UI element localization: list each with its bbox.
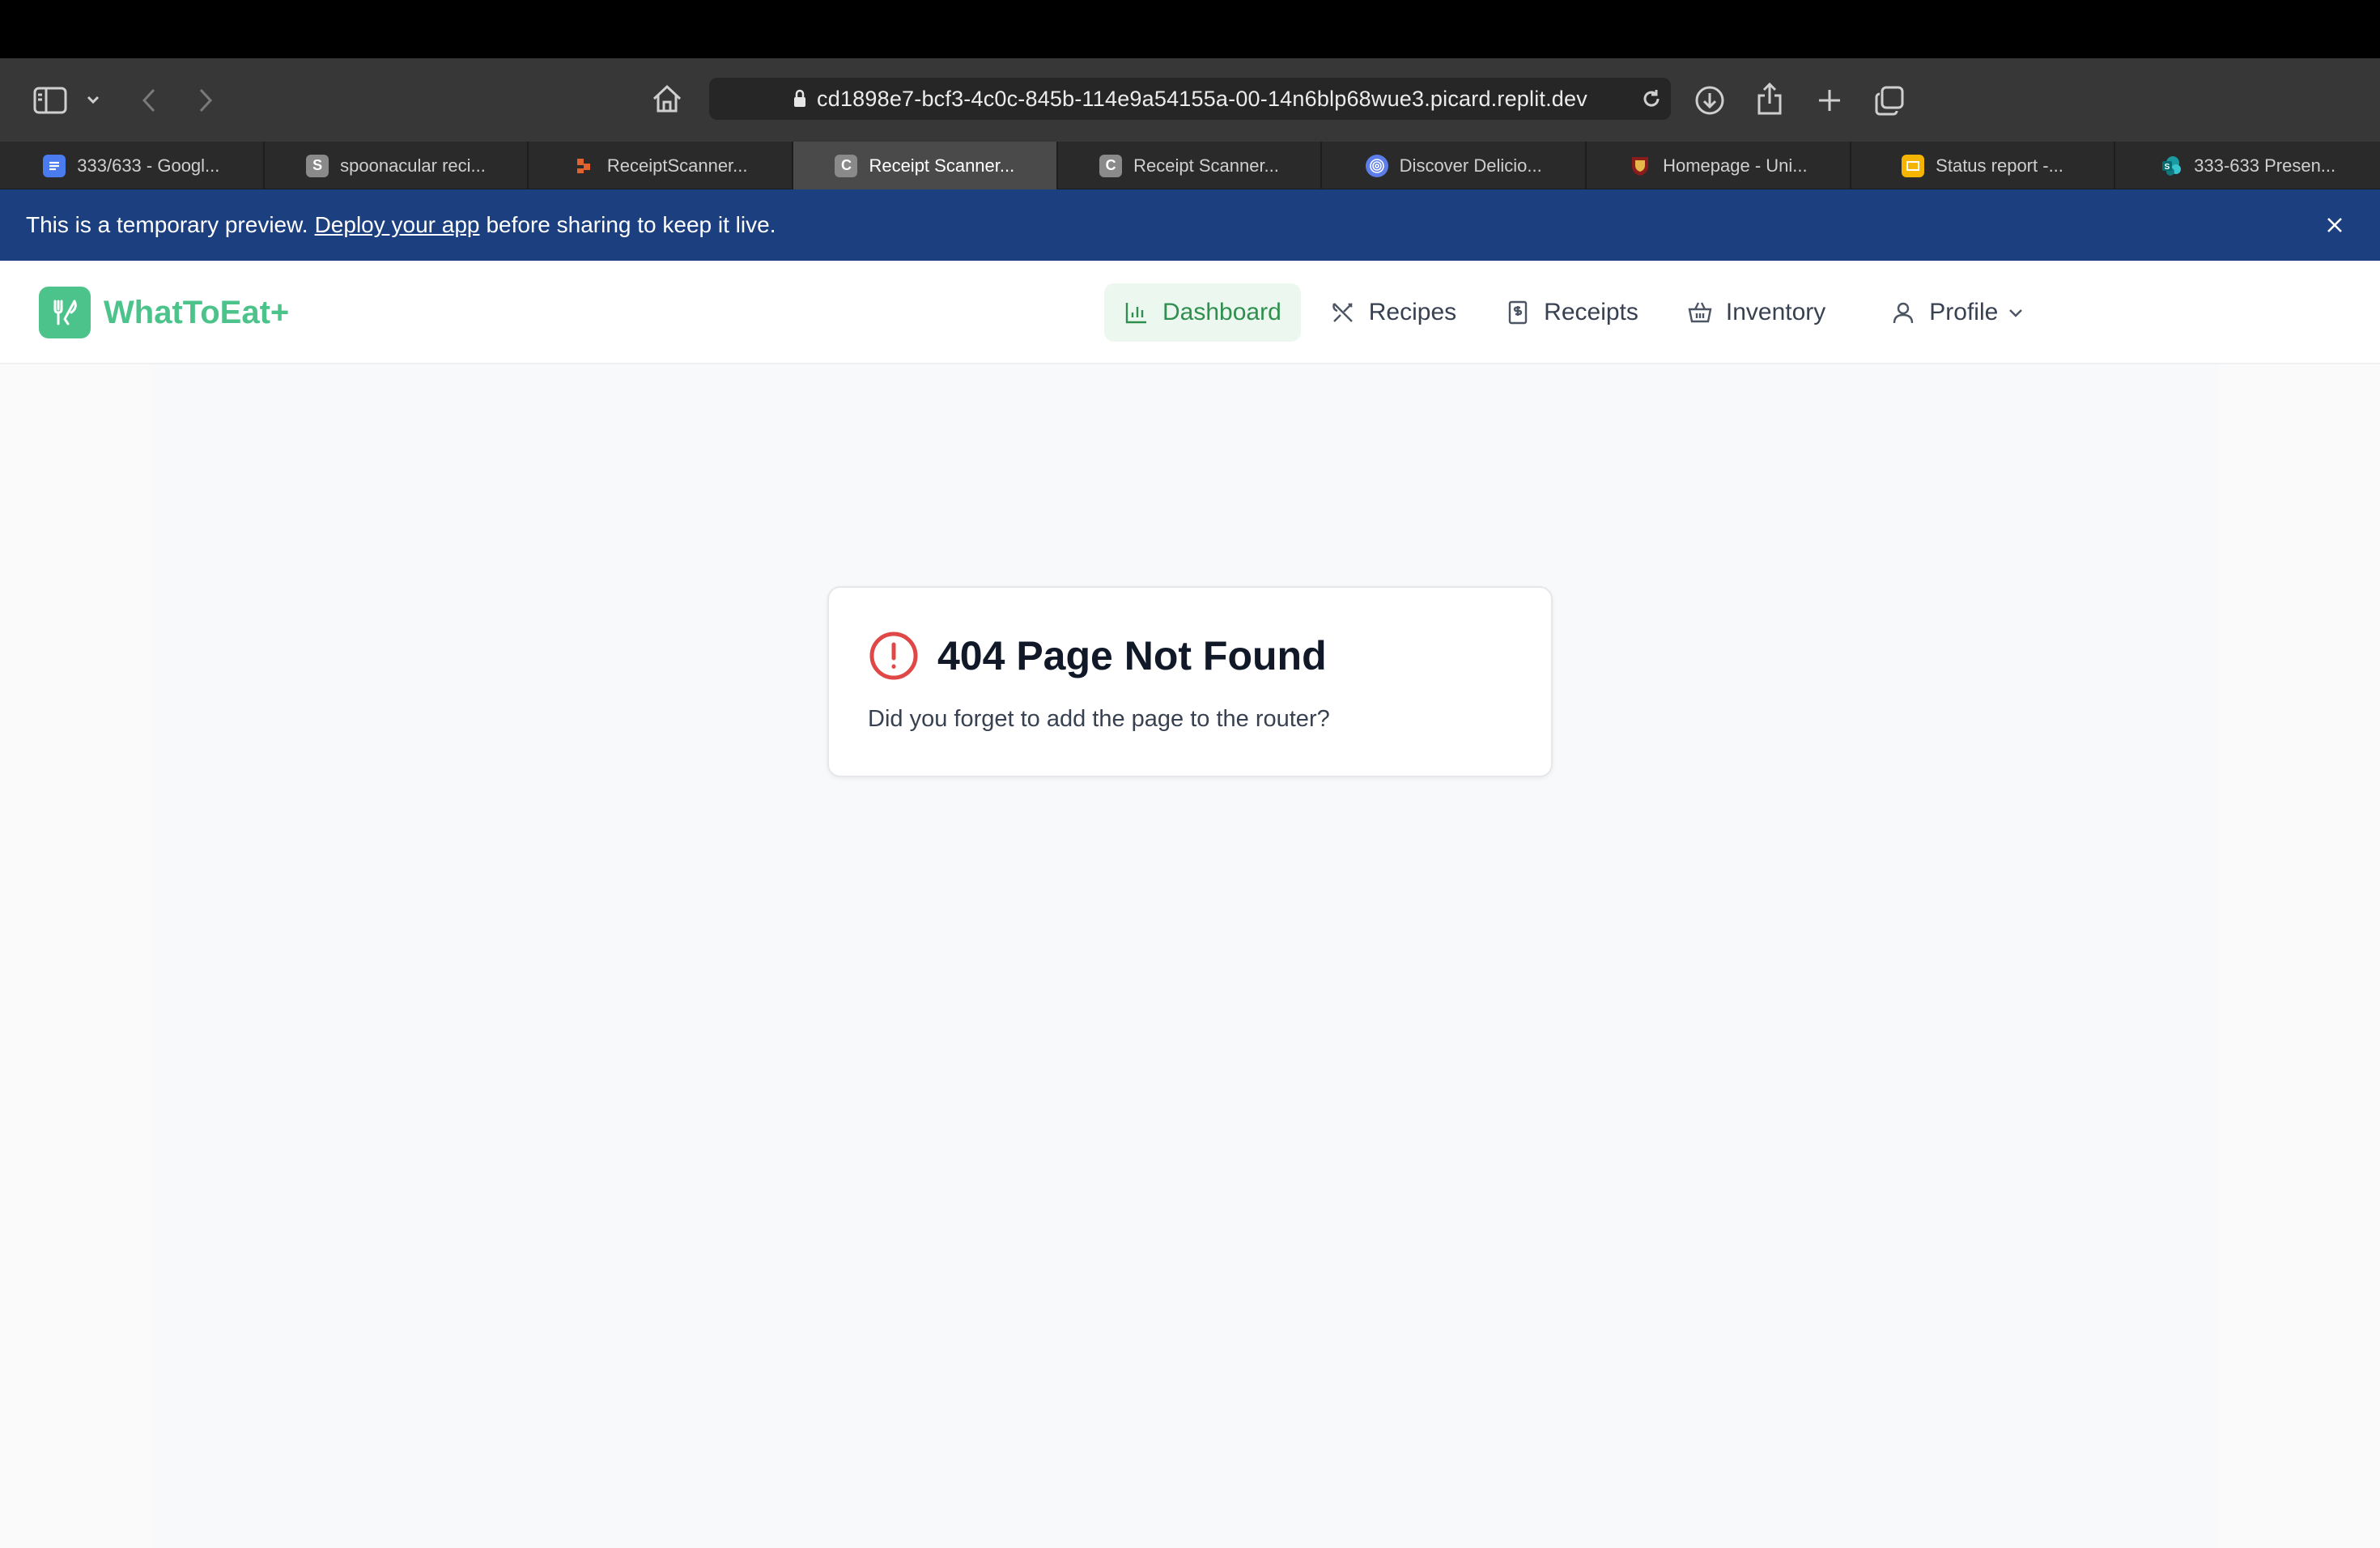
slides-icon [1902, 154, 1925, 177]
nav-recipes-label: Recipes [1368, 299, 1457, 325]
browser-tab[interactable]: Status report -... [1851, 142, 2116, 189]
tab-label: Receipt Scanner... [1133, 155, 1279, 176]
card-header: 404 Page Not Found [868, 630, 1327, 682]
tab-label: Homepage - Uni... [1663, 155, 1808, 176]
share-icon[interactable] [1752, 79, 1787, 118]
crest-icon [1629, 155, 1651, 177]
reload-icon[interactable] [1638, 86, 1664, 112]
banner-text-before: This is a temporary preview. [26, 212, 308, 237]
basket-icon [1688, 302, 1712, 323]
tab-label: Status report -... [1936, 155, 2063, 176]
download-icon[interactable] [1692, 83, 1728, 118]
utensils-icon [39, 287, 91, 338]
browser-tab[interactable]: 333/633 - Googl... [0, 142, 265, 189]
error-title: 404 Page Not Found [937, 633, 1327, 678]
nav-dashboard-label: Dashboard [1162, 299, 1281, 325]
utensils-crossed-icon [1332, 303, 1353, 322]
tab-label: spoonacular reci... [340, 155, 486, 176]
bar-chart-icon [1125, 303, 1146, 324]
browser-toolbar: cd1898e7-bcf3-4c0c-845b-114e9a54155a-00-… [0, 58, 2380, 142]
nav-receipts[interactable]: Receipts [1485, 283, 1658, 342]
banner-text-after: before sharing to keep it live. [486, 212, 776, 237]
new-tab-icon[interactable] [1812, 83, 1847, 118]
preview-banner: This is a temporary preview. Deploy your… [0, 189, 2380, 261]
alert-circle-icon [869, 632, 918, 680]
chevron-down-icon[interactable] [83, 87, 104, 112]
tab-label: Receipt Scanner... [869, 155, 1015, 176]
google-docs-icon [43, 154, 66, 177]
nav-inventory[interactable]: Inventory [1668, 283, 1845, 342]
tab-label: 333/633 - Googl... [77, 155, 220, 176]
browser-tab[interactable]: Homepage - Uni... [1587, 142, 1851, 189]
receipt-icon [1508, 300, 1528, 325]
figma-dots-icon [573, 155, 596, 177]
tab-label: ReceiptScanner... [606, 155, 748, 176]
app-header: WhatToEat+ Dashboard Recipes Receipts In… [0, 261, 2380, 364]
chevron-down-icon [2009, 309, 2023, 317]
app-name: WhatToEat+ [104, 294, 290, 330]
url-text: cd1898e7-bcf3-4c0c-845b-114e9a54155a-00-… [817, 86, 1587, 111]
sharepoint-icon: S [2160, 155, 2182, 177]
browser-tab[interactable]: Discover Delicio... [1322, 142, 1587, 189]
browser-tab[interactable]: S spoonacular reci... [265, 142, 529, 189]
svg-text:S: S [2165, 163, 2170, 172]
nav-receipts-label: Receipts [1544, 299, 1638, 325]
nav-inventory-label: Inventory [1725, 299, 1826, 325]
error-message: Did you forget to add the page to the ro… [868, 706, 1330, 732]
tab-label: 333-633 Presen... [2194, 155, 2336, 176]
browser-tab[interactable]: ReceiptScanner... [529, 142, 794, 189]
browser-tab[interactable]: C Receipt Scanner... [1058, 142, 1323, 189]
user-icon [1893, 302, 1914, 324]
close-icon[interactable] [2322, 212, 2348, 238]
browser-tab[interactable]: S 333-633 Presen... [2115, 142, 2380, 189]
tab-label: Discover Delicio... [1399, 155, 1542, 176]
sidebar-toggle-icon[interactable] [31, 83, 70, 118]
lock-icon [793, 89, 807, 108]
deploy-app-link[interactable]: Deploy your app [315, 212, 480, 238]
nav-recipes[interactable]: Recipes [1311, 283, 1476, 342]
nav-profile-label: Profile [1929, 299, 1999, 325]
address-bar[interactable]: cd1898e7-bcf3-4c0c-845b-114e9a54155a-00-… [709, 78, 1671, 120]
browser-tab-active[interactable]: C Receipt Scanner... [793, 142, 1058, 189]
content-container [154, 364, 2218, 1548]
main-nav: Dashboard Recipes Receipts Inventory Pro… [1104, 283, 2055, 342]
home-icon[interactable] [649, 81, 685, 117]
fingerprint-icon [1365, 154, 1388, 177]
tab-strip: 333/633 - Googl... S spoonacular reci...… [0, 142, 2380, 189]
app-logo[interactable]: WhatToEat+ [39, 287, 289, 338]
nav-profile[interactable]: Profile [1871, 283, 2045, 342]
c-letter-icon: C [1099, 154, 1123, 177]
not-found-card: 404 Page Not Found Did you forget to add… [827, 586, 1553, 777]
s-letter-icon: S [306, 154, 329, 177]
forward-icon[interactable] [191, 84, 220, 117]
tab-overview-icon[interactable] [1872, 83, 1907, 118]
back-icon[interactable] [134, 84, 164, 117]
screen-top-bar [0, 0, 2380, 58]
c-letter-icon: C [835, 154, 858, 177]
nav-dashboard[interactable]: Dashboard [1104, 283, 1301, 342]
main-content [0, 364, 2380, 1548]
